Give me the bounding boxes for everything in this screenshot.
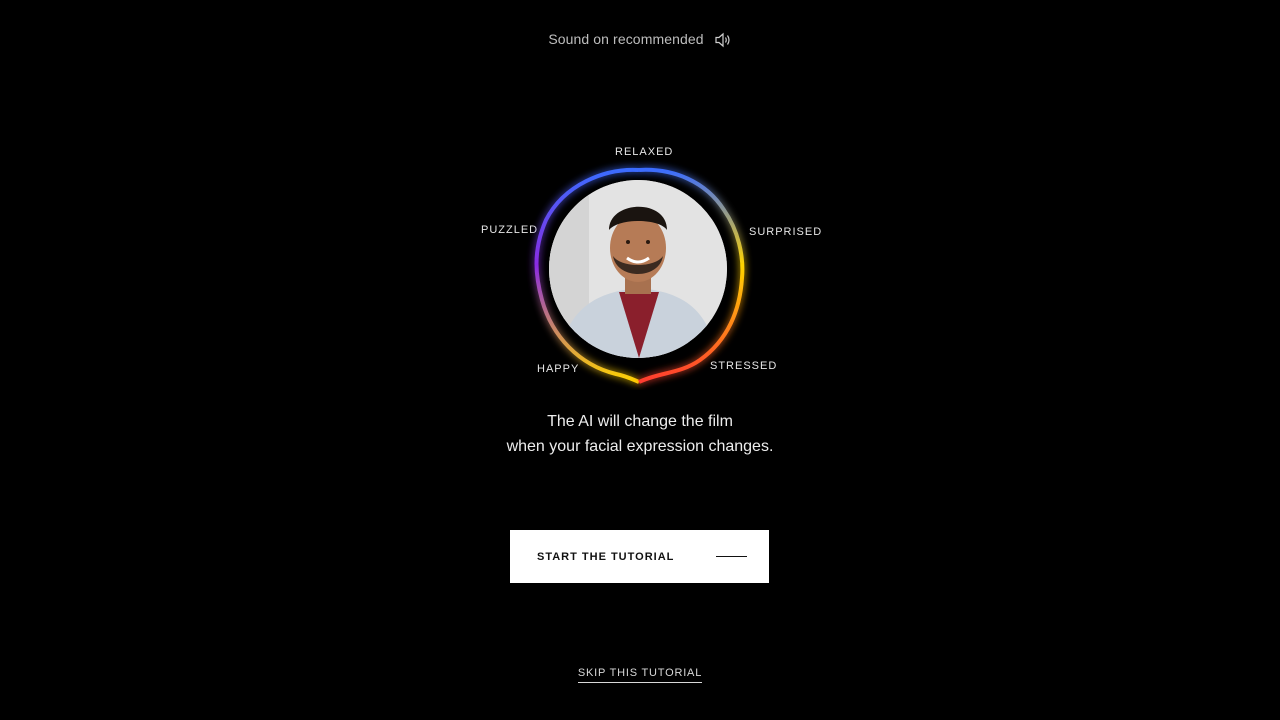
- start-tutorial-label: START THE TUTORIAL: [537, 550, 675, 563]
- emotion-wheel: RELAXED SURPRISED STRESSED HAPPY PUZZLED: [0, 0, 1280, 720]
- start-tutorial-button[interactable]: START THE TUTORIAL: [510, 530, 769, 583]
- emotion-label-surprised: SURPRISED: [749, 226, 823, 238]
- emotion-label-relaxed: RELAXED: [615, 146, 674, 158]
- avatar-photo: [549, 180, 727, 358]
- skip-tutorial-link[interactable]: SKIP THIS TUTORIAL: [577, 667, 703, 683]
- instruction-line-1: The AI will change the film: [547, 413, 733, 430]
- instruction-text: The AI will change the film when your fa…: [0, 409, 1280, 459]
- arrow-line-icon: [716, 556, 747, 557]
- instruction-line-2: when your facial expression changes.: [506, 438, 774, 455]
- skip-container: SKIP THIS TUTORIAL: [0, 663, 1280, 683]
